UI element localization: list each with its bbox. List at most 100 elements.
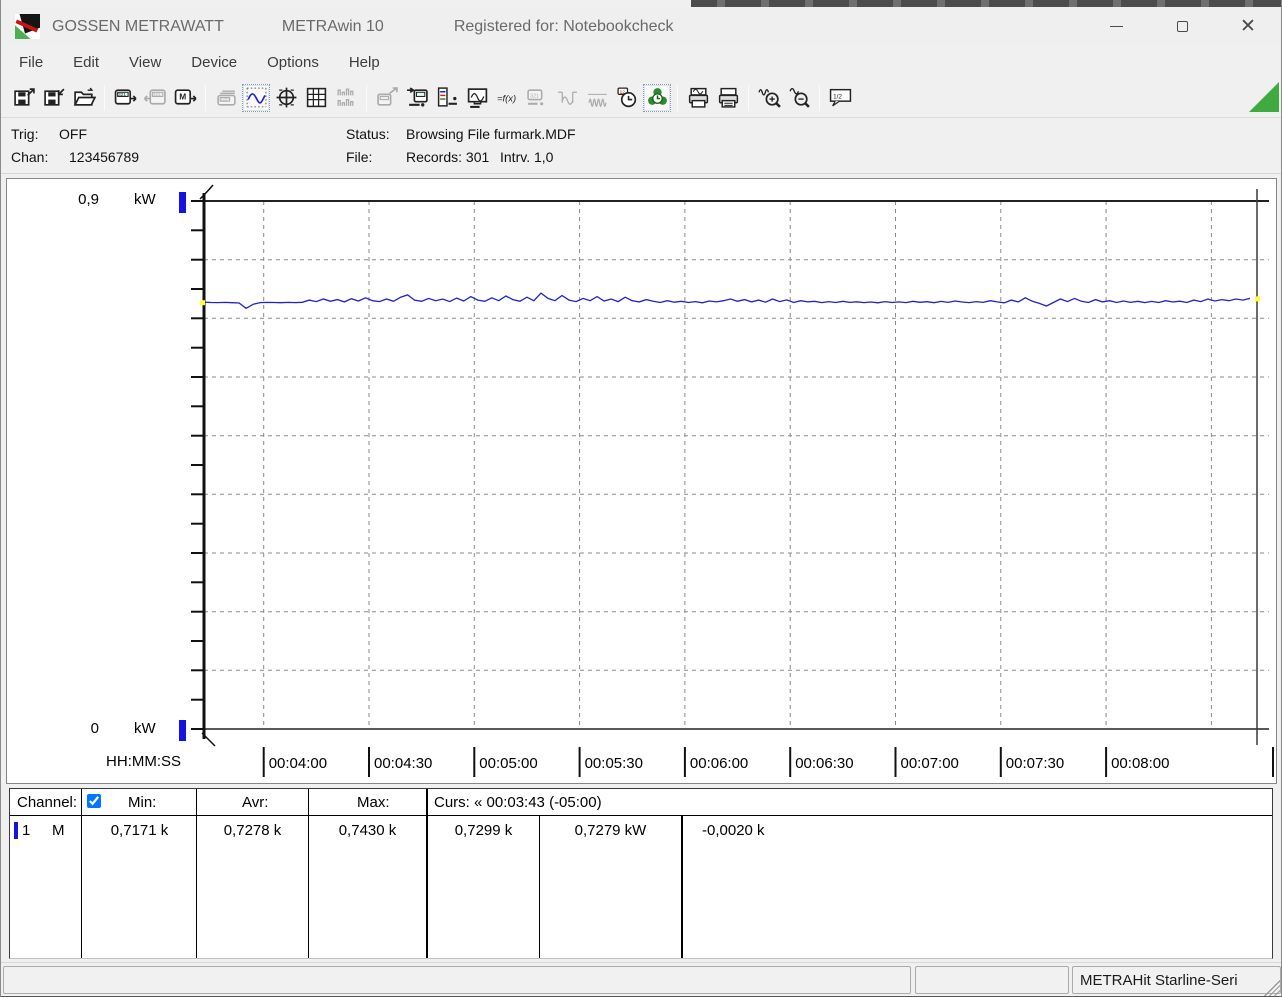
resize-grip[interactable] <box>1264 980 1280 996</box>
row-channel-number[interactable]: 1 <box>22 822 30 839</box>
file-open-button[interactable] <box>70 84 98 112</box>
maximize-icon <box>1177 21 1188 32</box>
menu-edit[interactable]: Edit <box>61 49 111 76</box>
col-header-channel[interactable]: Channel: <box>17 794 77 811</box>
status-label: Status: <box>346 126 390 142</box>
device-read-button[interactable]: 321 <box>111 84 139 112</box>
row-min-value: 0,7171 k <box>102 822 177 839</box>
toolbar-separator <box>677 85 678 111</box>
device-read-icon: 321 <box>114 86 137 109</box>
interval-value: Intrv. 1,0 <box>500 149 553 165</box>
data-import-icon <box>406 86 429 109</box>
table-column-divider <box>681 816 683 958</box>
file-save-import-button[interactable] <box>40 84 68 112</box>
waveform-multi-button[interactable] <box>583 84 611 112</box>
col-header-cursor[interactable]: Curs: « 00:03:43 (-05:00) <box>434 794 602 811</box>
file-save-export-button[interactable] <box>10 84 38 112</box>
menu-view[interactable]: View <box>117 49 173 76</box>
status-value: Browsing File furmark.MDF <box>406 126 576 142</box>
minimize-icon <box>1110 26 1123 27</box>
table-header-divider <box>10 815 1272 816</box>
chan-value: 123456789 <box>69 149 139 165</box>
channel-config-button[interactable] <box>433 84 461 112</box>
maximize-button[interactable] <box>1149 7 1215 46</box>
cursor-end-marker <box>1255 296 1260 301</box>
file-label: File: <box>346 149 372 165</box>
menu-help[interactable]: Help <box>337 49 392 76</box>
live-timer-button[interactable] <box>643 84 671 112</box>
trig-label: Trig: <box>11 126 38 142</box>
x-tick-label: 00:07:00 <box>901 755 959 772</box>
measurement-table: Channel: Min: Avr: Max: Curs: « 00:03:43… <box>9 788 1273 959</box>
display-321-button[interactable]: 321 <box>523 84 551 112</box>
toolbar-group <box>754 84 814 112</box>
app-logo-icon <box>15 14 40 39</box>
chart-view-icon <box>245 86 268 109</box>
y-axis-top-hook <box>200 185 213 199</box>
channel-config-icon <box>436 86 459 109</box>
zoom-out-button[interactable] <box>785 84 813 112</box>
table-view-button[interactable] <box>302 84 330 112</box>
menu-device[interactable]: Device <box>179 49 249 76</box>
data-export-button[interactable] <box>373 84 401 112</box>
zoom-in-icon <box>758 86 781 109</box>
minimize-button[interactable] <box>1083 7 1149 46</box>
monitor-view-button[interactable] <box>463 84 491 112</box>
power-chart: 00:04:0000:04:3000:05:0000:05:3000:06:00… <box>7 179 1276 783</box>
waveform-single-button[interactable] <box>553 84 581 112</box>
x-tick-label: 00:05:00 <box>479 755 537 772</box>
scope-view-icon <box>275 86 298 109</box>
chart-view-button[interactable] <box>242 84 270 112</box>
status-bar: METRAHit Starline-Seri <box>1 962 1281 997</box>
row-cursor2-value: 0,7279 kW <box>568 822 653 839</box>
multimeter-view-button[interactable]: 1257 <box>212 84 240 112</box>
row-avr-value: 0,7278 k <box>215 822 290 839</box>
app-title: METRAwin 10 <box>282 18 384 36</box>
channel-visible-checkbox[interactable] <box>87 794 101 808</box>
brand-title: GOSSEN METRAWATT <box>52 18 224 36</box>
background-window-sliver <box>691 0 1282 7</box>
menu-options[interactable]: Options <box>255 49 331 76</box>
toolbar-group <box>9 84 99 112</box>
x-tick-label: 00:08:00 <box>1111 755 1169 772</box>
print-button[interactable] <box>714 84 742 112</box>
toolbar-group <box>683 84 743 112</box>
zoom-in-button[interactable] <box>755 84 783 112</box>
memory-read-button[interactable]: M <box>171 84 199 112</box>
menu-bar: File Edit View Device Options Help <box>1 46 1281 78</box>
time-settings-button[interactable]: 12 <box>613 84 641 112</box>
svg-text:M: M <box>179 92 186 102</box>
x-tick-label: 00:07:30 <box>1006 755 1064 772</box>
toolbar-group: =f(x)321 12 <box>372 84 672 112</box>
histogram-view-icon <box>335 86 358 109</box>
table-column-divider <box>81 789 82 958</box>
print-icon <box>717 86 740 109</box>
close-button[interactable]: ✕ <box>1215 7 1281 46</box>
display-321-icon: 321 <box>526 86 549 109</box>
x-tick-label: 00:06:00 <box>690 755 748 772</box>
print-graph-button[interactable] <box>684 84 712 112</box>
table-column-divider <box>539 816 540 958</box>
toolbar-separator <box>819 85 820 111</box>
y-axis-bottom-hook <box>202 733 215 746</box>
device-name-text: METRAHit Starline-Seri <box>1073 967 1280 989</box>
menu-file[interactable]: File <box>7 49 55 76</box>
data-import-button[interactable] <box>403 84 431 112</box>
scope-view-button[interactable] <box>272 84 300 112</box>
col-header-max[interactable]: Max: <box>357 794 390 811</box>
chart-panel: 0,9 kW 0 kW HH:MM:SS 00:04:0000:04:3000:… <box>6 178 1277 784</box>
toolbar-separator <box>748 85 749 111</box>
annotation-button[interactable]: 1/2 <box>826 84 854 112</box>
svg-text:321: 321 <box>118 92 126 97</box>
device-write-button[interactable]: 321 <box>141 84 169 112</box>
table-column-divider <box>426 789 428 958</box>
col-header-avr[interactable]: Avr: <box>242 794 268 811</box>
histogram-view-button[interactable] <box>332 84 360 112</box>
formula-button[interactable]: =f(x) <box>493 84 521 112</box>
corner-resize-triangle <box>1249 82 1279 112</box>
col-header-min[interactable]: Min: <box>128 794 156 811</box>
row-delta-value: -0,0020 k <box>702 822 765 839</box>
trig-value: OFF <box>59 126 87 142</box>
window-controls: ✕ <box>1083 7 1281 46</box>
toolbar: 321321M1257=f(x)321121/2 <box>1 78 1281 118</box>
